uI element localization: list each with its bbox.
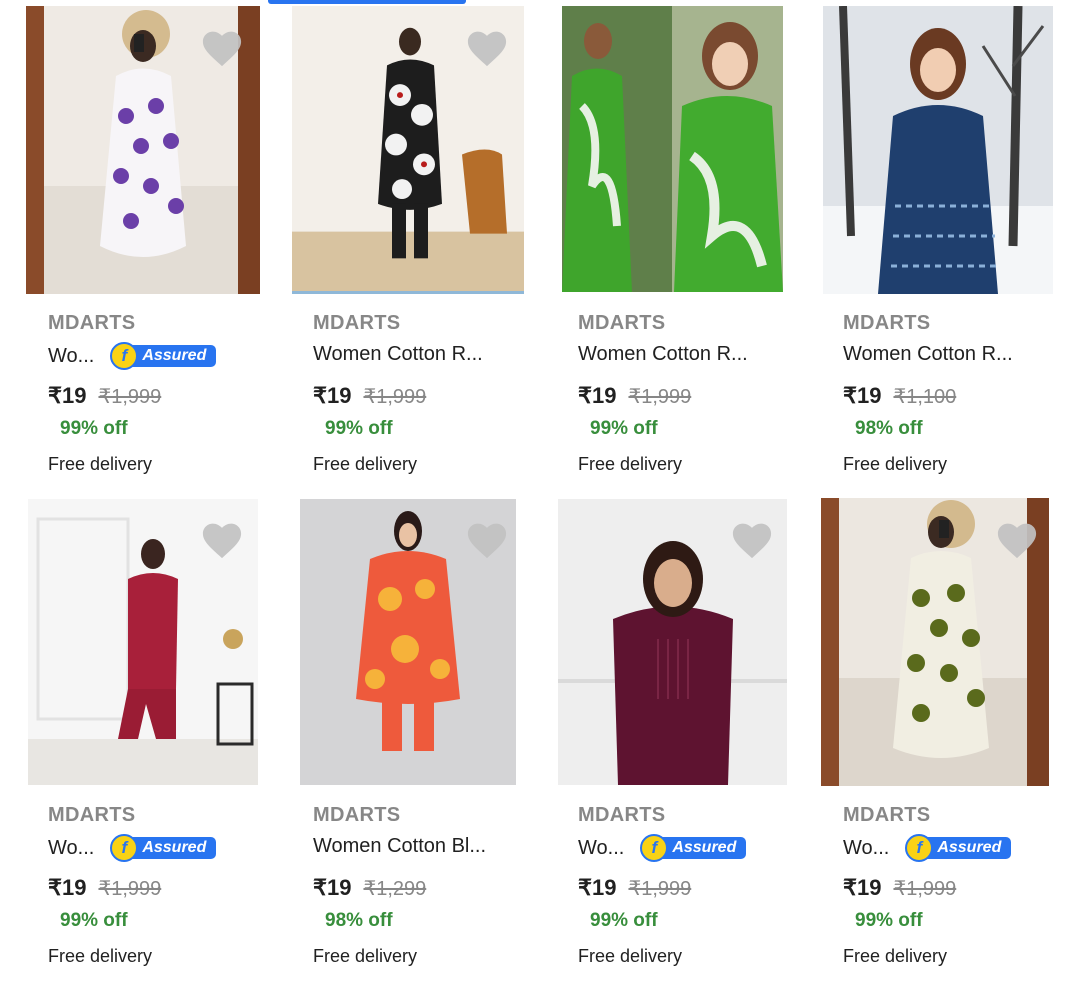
product-card[interactable]: MDARTS Wo... f Assured ₹19 ₹1,999 99% of…	[530, 492, 795, 982]
original-price: ₹1,999	[893, 878, 957, 900]
product-title[interactable]: Wo...	[48, 837, 94, 860]
delivery-label: Free delivery	[843, 946, 948, 966]
assured-badge: f Assured	[640, 834, 747, 862]
delivery-label: Free delivery	[48, 454, 153, 474]
product-title[interactable]: Wo...	[578, 837, 624, 860]
delivery-label: Free delivery	[578, 454, 683, 474]
heart-icon[interactable]	[995, 520, 1039, 560]
heart-icon[interactable]	[200, 28, 244, 68]
product-title[interactable]: Women Cotton R...	[843, 343, 1013, 366]
brand-name: MDARTS	[313, 312, 401, 334]
brand-name: MDARTS	[578, 804, 666, 826]
product-grid: MDARTS Wo... f Assured ₹19 ₹1,999 99% of…	[0, 0, 1080, 982]
discount-label: 99% off	[590, 910, 658, 931]
discount-label: 99% off	[855, 910, 923, 931]
selling-price: ₹19	[48, 383, 87, 408]
assured-badge: f Assured	[110, 834, 217, 862]
heart-icon[interactable]	[465, 28, 509, 68]
brand-name: MDARTS	[48, 804, 136, 826]
discount-label: 99% off	[60, 910, 128, 931]
discount-label: 99% off	[590, 418, 658, 439]
delivery-label: Free delivery	[843, 454, 948, 474]
discount-label: 98% off	[325, 910, 393, 931]
product-title[interactable]: Wo...	[48, 345, 94, 368]
selling-price: ₹19	[578, 383, 617, 408]
delivery-label: Free delivery	[578, 946, 683, 966]
original-price: ₹1,100	[893, 386, 957, 408]
product-image[interactable]	[562, 6, 783, 292]
original-price: ₹1,999	[98, 878, 162, 900]
discount-label: 99% off	[325, 418, 393, 439]
original-price: ₹1,999	[628, 386, 692, 408]
product-image[interactable]	[823, 6, 1053, 294]
selling-price: ₹19	[313, 383, 352, 408]
selling-price: ₹19	[843, 875, 882, 900]
product-card[interactable]: MDARTS Women Cotton R... ₹19 ₹1,100 98% …	[795, 0, 1060, 490]
brand-name: MDARTS	[578, 312, 666, 334]
delivery-label: Free delivery	[313, 946, 418, 966]
original-price: ₹1,999	[363, 386, 427, 408]
original-price: ₹1,999	[98, 386, 162, 408]
product-card[interactable]: MDARTS Wo... f Assured ₹19 ₹1,999 99% of…	[795, 492, 1060, 982]
product-card[interactable]: MDARTS Women Cotton Bl... ₹19 ₹1,299 98%…	[265, 492, 530, 982]
brand-name: MDARTS	[843, 312, 931, 334]
selling-price: ₹19	[313, 875, 352, 900]
product-title[interactable]: Women Cotton R...	[578, 343, 748, 366]
brand-name: MDARTS	[48, 312, 136, 334]
brand-name: MDARTS	[313, 804, 401, 826]
heart-icon[interactable]	[200, 520, 244, 560]
product-card[interactable]: MDARTS Wo... f Assured ₹19 ₹1,999 99% of…	[0, 0, 265, 490]
product-card[interactable]: MDARTS Women Cotton R... ₹19 ₹1,999 99% …	[265, 0, 530, 490]
product-card[interactable]: MDARTS Women Cotton R... ₹19 ₹1,999 99% …	[530, 0, 795, 490]
original-price: ₹1,999	[628, 878, 692, 900]
discount-label: 99% off	[60, 418, 128, 439]
assured-badge: f Assured	[110, 342, 217, 370]
delivery-label: Free delivery	[48, 946, 153, 966]
selling-price: ₹19	[48, 875, 87, 900]
delivery-label: Free delivery	[313, 454, 418, 474]
product-title[interactable]: Women Cotton R...	[313, 343, 483, 366]
heart-icon[interactable]	[465, 520, 509, 560]
selling-price: ₹19	[843, 383, 882, 408]
heart-icon[interactable]	[730, 520, 774, 560]
discount-label: 98% off	[855, 418, 923, 439]
product-title[interactable]: Women Cotton Bl...	[313, 835, 486, 858]
assured-badge: f Assured	[905, 834, 1012, 862]
selling-price: ₹19	[578, 875, 617, 900]
brand-name: MDARTS	[843, 804, 931, 826]
product-title[interactable]: Wo...	[843, 837, 889, 860]
original-price: ₹1,299	[363, 878, 427, 900]
product-card[interactable]: MDARTS Wo... f Assured ₹19 ₹1,999 99% of…	[0, 492, 265, 982]
